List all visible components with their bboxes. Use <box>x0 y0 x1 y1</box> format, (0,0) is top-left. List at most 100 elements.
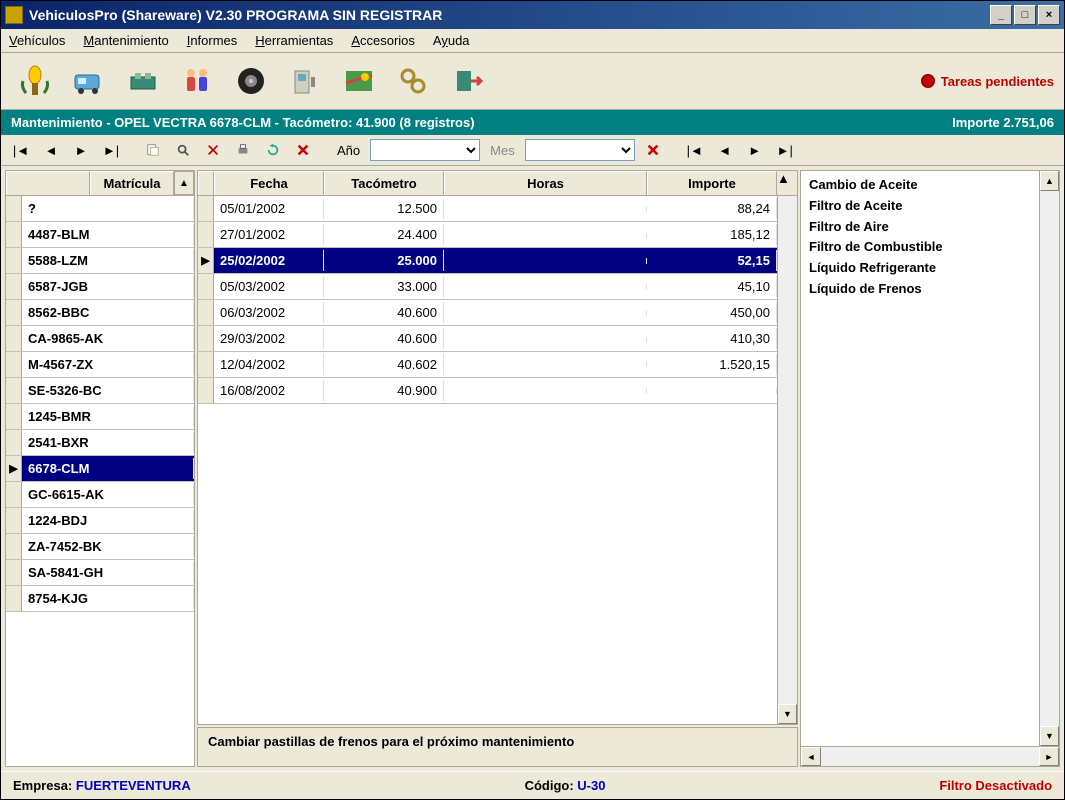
matricula-row[interactable]: 8562-BBC <box>6 300 194 326</box>
row-marker-icon <box>198 378 214 403</box>
nav-delete-button[interactable] <box>291 139 315 161</box>
record-row[interactable]: 27/01/200224.400185,12 <box>198 222 777 248</box>
matricula-cell: 4487-BLM <box>22 224 194 245</box>
detail-item[interactable]: Líquido de Frenos <box>809 279 1031 300</box>
row-marker-icon <box>198 352 214 377</box>
matricula-row[interactable]: 4487-BLM <box>6 222 194 248</box>
records-scroll-down[interactable]: ▼ <box>778 704 797 724</box>
row-marker-icon <box>6 378 22 403</box>
empresa-label: Empresa: <box>13 778 72 793</box>
matricula-row[interactable]: 1245-BMR <box>6 404 194 430</box>
statusbar: Empresa: FUERTEVENTURA Código: U-30 Filt… <box>1 771 1064 799</box>
nav-clear-filter-button[interactable] <box>641 139 665 161</box>
close-button[interactable]: × <box>1038 5 1060 25</box>
toolbar-gears-icon[interactable] <box>389 59 437 103</box>
cell-importe <box>647 388 777 394</box>
nav-refresh-button[interactable] <box>261 139 285 161</box>
row-marker-icon <box>6 560 22 585</box>
details-scroll-left[interactable]: ◄ <box>801 747 821 766</box>
menu-informes[interactable]: Informes <box>187 33 238 48</box>
record-row[interactable]: ▶25/02/200225.00052,15 <box>198 248 777 274</box>
row-marker-icon <box>6 352 22 377</box>
menu-vehiculos[interactable]: Vehículos <box>9 33 65 48</box>
minimize-button[interactable]: _ <box>990 5 1012 25</box>
records-vscroll[interactable]: ▼ <box>777 196 797 724</box>
toolbar-tire-icon[interactable] <box>227 59 275 103</box>
matricula-row[interactable]: ▶6678-CLM <box>6 456 194 482</box>
details-scroll-up[interactable]: ▲ <box>1040 171 1059 191</box>
details-scroll-down[interactable]: ▼ <box>1040 726 1059 746</box>
matricula-row[interactable]: M-4567-ZX <box>6 352 194 378</box>
cell-horas <box>444 310 647 316</box>
matricula-row[interactable]: CA-9865-AK <box>6 326 194 352</box>
nav-copy-button[interactable] <box>141 139 165 161</box>
detail-item[interactable]: Filtro de Aire <box>809 217 1031 238</box>
toolbar-people-icon[interactable] <box>173 59 221 103</box>
nav-find-button[interactable] <box>171 139 195 161</box>
app-icon <box>5 6 23 24</box>
detail-item[interactable]: Líquido Refrigerante <box>809 258 1031 279</box>
nav2-last-button[interactable]: ►| <box>773 139 797 161</box>
matricula-row[interactable]: SA-5841-GH <box>6 560 194 586</box>
toolbar-exit-icon[interactable] <box>443 59 491 103</box>
menu-accesorios[interactable]: Accesorios <box>351 33 415 48</box>
matricula-row[interactable]: 1224-BDJ <box>6 508 194 534</box>
details-hscroll[interactable]: ◄ ► <box>801 746 1059 766</box>
record-row[interactable]: 12/04/200240.6021.520,15 <box>198 352 777 378</box>
nav-print-button[interactable] <box>231 139 255 161</box>
cell-importe: 45,10 <box>647 276 777 297</box>
menu-herramientas[interactable]: Herramientas <box>255 33 333 48</box>
toolbar-fuelpump-icon[interactable] <box>281 59 329 103</box>
matricula-cell: 1245-BMR <box>22 406 194 427</box>
matricula-row[interactable]: SE-5326-BC <box>6 378 194 404</box>
menu-mantenimiento[interactable]: Mantenimiento <box>83 33 168 48</box>
row-marker-icon: ▶ <box>198 248 214 273</box>
matricula-row[interactable]: 2541-BXR <box>6 430 194 456</box>
ano-select[interactable] <box>370 139 480 161</box>
cell-horas <box>444 362 647 368</box>
details-vscroll[interactable]: ▲ ▼ <box>1039 171 1059 746</box>
matricula-row[interactable]: 5588-LZM <box>6 248 194 274</box>
detail-item[interactable]: Filtro de Aceite <box>809 196 1031 217</box>
matricula-row[interactable]: 8754-KJG <box>6 586 194 612</box>
detail-item[interactable]: Cambio de Aceite <box>809 175 1031 196</box>
records-marker-header <box>198 171 214 195</box>
maximize-button[interactable]: □ <box>1014 5 1036 25</box>
nav-first-button[interactable]: |◄ <box>9 139 33 161</box>
matricula-cell: SE-5326-BC <box>22 380 194 401</box>
pending-tasks-indicator[interactable]: Tareas pendientes <box>921 74 1054 89</box>
cell-fecha: 06/03/2002 <box>214 302 324 323</box>
nav-last-button[interactable]: ►| <box>99 139 123 161</box>
records-scroll-up[interactable]: ▲ <box>777 171 797 195</box>
toolbar-map-icon[interactable] <box>335 59 383 103</box>
cell-tacometro: 25.000 <box>324 250 444 271</box>
mes-label: Mes <box>490 143 515 158</box>
matricula-cell: M-4567-ZX <box>22 354 194 375</box>
detail-item[interactable]: Filtro de Combustible <box>809 237 1031 258</box>
details-list: Cambio de AceiteFiltro de AceiteFiltro d… <box>801 171 1039 746</box>
record-row[interactable]: 16/08/200240.900 <box>198 378 777 404</box>
nav2-next-button[interactable]: ► <box>743 139 767 161</box>
mes-select[interactable] <box>525 139 635 161</box>
record-row[interactable]: 05/01/200212.50088,24 <box>198 196 777 222</box>
toolbar-van-icon[interactable] <box>65 59 113 103</box>
nav-cancel-button[interactable] <box>201 139 225 161</box>
toolbar-torch-icon[interactable] <box>11 59 59 103</box>
matricula-marker-header <box>6 171 90 195</box>
menu-ayuda[interactable]: Ayuda <box>433 33 470 48</box>
nav2-prev-button[interactable]: ◄ <box>713 139 737 161</box>
matricula-row[interactable]: ZA-7452-BK <box>6 534 194 560</box>
nav-prev-button[interactable]: ◄ <box>39 139 63 161</box>
matricula-row[interactable]: 6587-JGB <box>6 274 194 300</box>
nav-next-button[interactable]: ► <box>69 139 93 161</box>
matricula-row[interactable]: ? <box>6 196 194 222</box>
row-marker-icon <box>6 586 22 611</box>
nav2-first-button[interactable]: |◄ <box>683 139 707 161</box>
matricula-row[interactable]: GC-6615-AK <box>6 482 194 508</box>
matricula-scroll-up[interactable]: ▲ <box>174 171 194 195</box>
toolbar-parts-icon[interactable] <box>119 59 167 103</box>
record-row[interactable]: 06/03/200240.600450,00 <box>198 300 777 326</box>
record-row[interactable]: 29/03/200240.600410,30 <box>198 326 777 352</box>
record-row[interactable]: 05/03/200233.00045,10 <box>198 274 777 300</box>
details-scroll-right[interactable]: ► <box>1039 747 1059 766</box>
